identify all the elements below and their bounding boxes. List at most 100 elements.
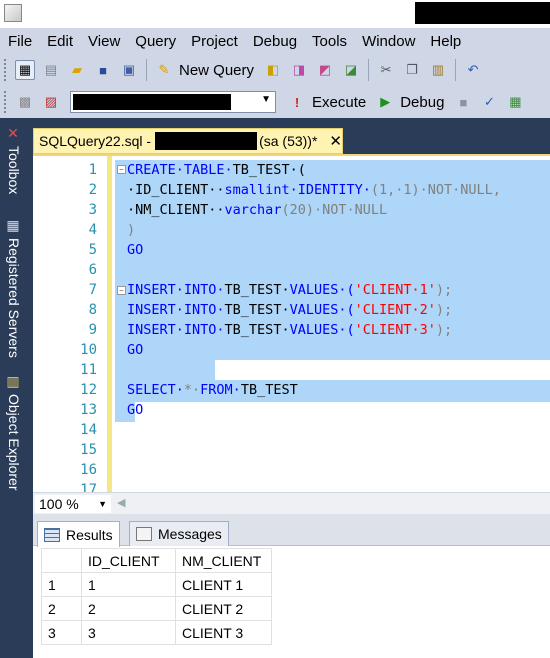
line-number: 16 [80,462,97,478]
object-explorer-tab[interactable]: ▥ Object Explorer [2,374,26,490]
toolbar-grip[interactable] [4,59,8,81]
code-line: INSERT·INTO·TB_TEST·VALUES·('CLIENT·3'); [127,322,453,338]
menu-query[interactable]: Query [135,33,176,50]
query-editor[interactable]: 1 2 3 4 5 6 7 8 9 10 11 12 13 14 15 16 1… [33,154,550,492]
save-icon[interactable]: ■ [93,60,113,80]
copy-icon[interactable]: ❐ [402,60,422,80]
line-number: 12 [80,382,97,398]
cut-icon[interactable]: ✂ [376,60,396,80]
cell-id-client[interactable]: 2 [81,596,176,621]
table-row[interactable]: 2 2 CLIENT 2 [41,596,272,621]
zoom-select[interactable]: 100 % ▼ [35,495,111,513]
chevron-down-icon: ▼ [98,499,107,509]
line-number: 11 [80,362,97,378]
redacted-server [155,132,258,150]
line-number: 10 [80,342,97,358]
cell-nm-client[interactable]: CLIENT 1 [175,572,272,597]
title-bar [0,0,550,28]
results-tab-strip: Results Messages [33,514,550,547]
menu-project[interactable]: Project [191,33,238,50]
xmla-query-icon[interactable]: ◪ [341,60,361,80]
tab-messages[interactable]: Messages [129,521,229,546]
dmx-query-icon[interactable]: ◩ [315,60,335,80]
column-header[interactable]: ID_CLIENT [81,548,176,573]
cell-nm-client[interactable]: CLIENT 2 [175,596,272,621]
code-line: ) [127,222,136,238]
change-connection-icon[interactable]: ▨ [41,92,61,112]
collapse-icon[interactable]: − [117,165,126,174]
results-panel: Results Messages ID_CLIENT NM_CLIENT 1 1… [33,514,550,658]
cell-id-client[interactable]: 3 [81,620,176,645]
debug-button[interactable]: ▶ Debug [372,92,450,112]
cell-nm-client[interactable]: CLIENT 3 [175,620,272,645]
open-folder-icon[interactable]: ▰ [67,60,87,80]
table-row[interactable]: 3 3 CLIENT 3 [41,620,272,645]
menu-view[interactable]: View [88,33,120,50]
tab-messages-label: Messages [158,526,222,542]
line-number: 2 [88,182,97,198]
code-line: ·NM_CLIENT··varchar(20)·NOT·NULL [127,202,388,218]
menu-debug[interactable]: Debug [253,33,297,50]
save-all-icon[interactable]: ▣ [119,60,139,80]
close-icon[interactable]: ✕ [329,132,342,150]
messages-icon [136,527,152,541]
menu-window[interactable]: Window [362,33,415,50]
parse-check-icon[interactable]: ✓ [479,92,499,112]
estimated-plan-icon[interactable]: ▦ [505,92,525,112]
results-grid[interactable]: ID_CLIENT NM_CLIENT 1 1 CLIENT 1 2 2 CLI… [41,548,272,645]
cell-id-client[interactable]: 1 [81,572,176,597]
menu-edit[interactable]: Edit [47,33,73,50]
stop-icon[interactable]: ■ [453,92,473,112]
menu-bar: File Edit View Query Project Debug Tools… [0,28,550,54]
play-icon: ▶ [380,94,391,109]
tab-sqlquery22[interactable]: SQLQuery22.sql - (sa (53))* ✕ [33,128,343,154]
new-query-button[interactable]: ✎ New Query [151,60,260,80]
toolbox-icon: ✕ [6,126,22,142]
tab-results[interactable]: Results [37,521,120,547]
table-row[interactable]: 1 1 CLIENT 1 [41,572,272,597]
toolbox-label: Toolbox [6,146,22,195]
code-line: GO [127,402,144,418]
menu-help[interactable]: Help [430,33,461,50]
row-number[interactable]: 1 [41,572,82,597]
code-line: CREATE·TABLE·TB_TEST·( [127,162,306,178]
connect-icon[interactable]: ▩ [15,92,35,112]
scroll-left-icon[interactable]: ◀ [117,496,125,509]
code-line: ·ID_CLIENT··smallint·IDENTITY·(1,·1)·NOT… [127,182,501,198]
add-item-icon[interactable]: ▤ [41,60,61,80]
selection-highlight [115,360,215,380]
paste-icon[interactable]: ▥ [428,60,448,80]
separator [146,59,147,81]
undo-icon[interactable]: ↶ [463,60,483,80]
standard-toolbar: ▦ ▤ ▰ ■ ▣ ✎ New Query ◧ ◨ ◩ ◪ ✂ ❐ ▥ ↶ [0,54,550,86]
registered-servers-tab[interactable]: ▦ Registered Servers [2,218,26,358]
code-line: INSERT·INTO·TB_TEST·VALUES·('CLIENT·2'); [127,302,453,318]
debug-label: Debug [400,93,445,111]
column-header[interactable]: NM_CLIENT [175,548,272,573]
menu-tools[interactable]: Tools [312,33,347,50]
execute-button[interactable]: ! Execute [284,92,372,112]
tab-results-label: Results [66,526,113,543]
row-number[interactable]: 2 [41,596,82,621]
database-query-icon[interactable]: ◧ [263,60,283,80]
line-number: 13 [80,402,97,418]
row-number[interactable]: 3 [41,620,82,645]
line-number: 5 [88,242,97,258]
line-number: 6 [88,262,97,278]
line-number-gutter: 1 2 3 4 5 6 7 8 9 10 11 12 13 14 15 16 1… [33,156,105,492]
new-project-icon[interactable]: ▦ [15,60,35,80]
row-number-header[interactable] [41,548,82,573]
editor-status-strip: 100 % ▼ ◀ [33,492,550,514]
new-query-icon: ✎ [158,62,170,77]
separator [455,59,457,81]
menu-file[interactable]: File [8,33,32,50]
database-select[interactable]: ▼ [70,91,276,113]
collapse-icon[interactable]: − [117,286,126,295]
toolbox-tab[interactable]: ✕ Toolbox [2,126,26,194]
code-area[interactable]: − − CREATE·TABLE·TB_TEST·( ·ID_CLIENT··s… [115,156,550,492]
mdx-query-icon[interactable]: ◨ [289,60,309,80]
tab-name: SQLQuery22.sql - [39,133,152,149]
line-number: 8 [88,302,97,318]
toolbar-grip[interactable] [4,91,8,113]
new-query-label: New Query [179,61,255,79]
